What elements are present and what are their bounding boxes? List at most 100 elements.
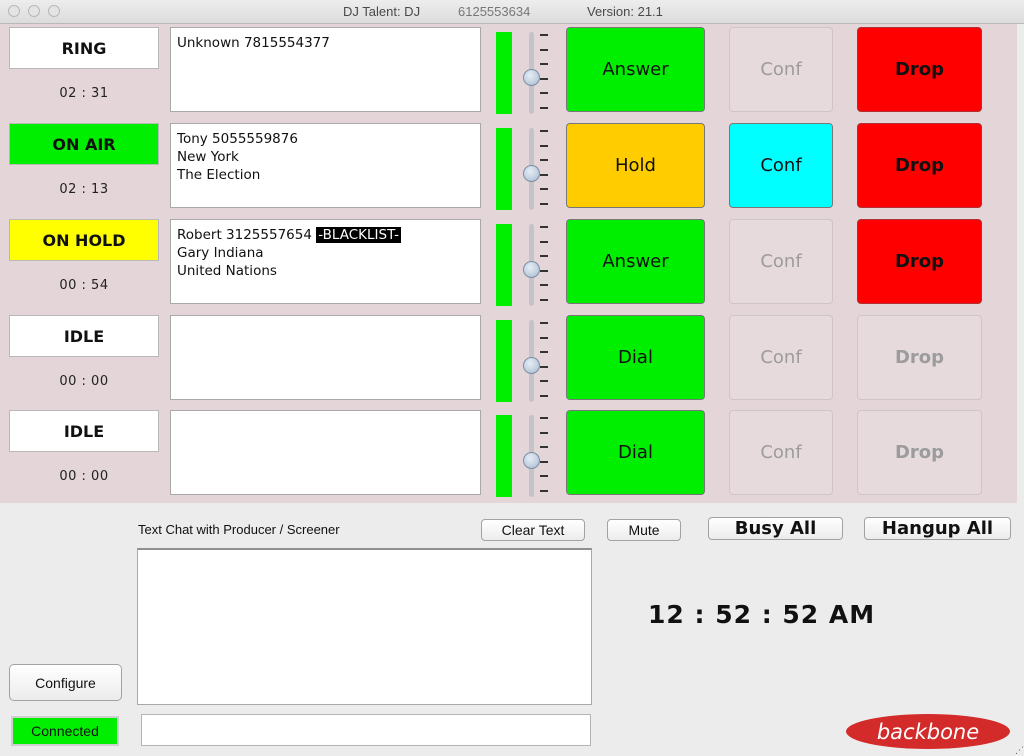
drop-button[interactable]: Drop [857, 27, 982, 112]
conf-button[interactable]: Conf [729, 123, 833, 208]
caller-info[interactable]: Unknown 7815554377 [170, 27, 481, 112]
hangup-all-button[interactable]: Hangup All [864, 517, 1011, 540]
volume-tick [540, 475, 548, 477]
volume-tick [540, 202, 548, 205]
volume-tick [540, 269, 548, 272]
backbone-logo: backbone [846, 714, 1010, 749]
caller-info-line: The Election [177, 166, 474, 184]
answer-button[interactable]: Answer [566, 219, 705, 304]
conf-button[interactable]: Conf [729, 410, 833, 495]
busy-all-button[interactable]: Busy All [708, 517, 843, 540]
caller-info-line: Robert 3125557654 -BLACKLIST- [177, 226, 474, 244]
caller-info[interactable]: Tony 5055559876 New York The Election [170, 123, 481, 208]
chat-input[interactable] [141, 714, 591, 746]
phone-lines-panel: RING 02 : 31 Unknown 7815554377 Answer Conf D… [0, 24, 1017, 503]
volume-tick [540, 130, 548, 132]
configure-button[interactable]: Configure [9, 664, 122, 701]
caller-info-line: New York [177, 148, 474, 166]
caller-info-line: Tony 5055559876 [177, 130, 474, 148]
volume-tick [540, 351, 548, 353]
caller-info[interactable] [170, 410, 481, 495]
volume-ticks [540, 226, 549, 306]
volume-ticks [540, 417, 549, 497]
caller-info-text: Robert 3125557654 [177, 227, 312, 243]
caller-info-text: New York [177, 149, 239, 165]
dial-button[interactable]: Dial [566, 315, 705, 400]
conf-button[interactable]: Conf [729, 315, 833, 400]
volume-tick [540, 77, 548, 80]
volume-tick [540, 48, 548, 51]
volume-tick [540, 365, 548, 368]
caller-info-line: Gary Indiana [177, 244, 474, 262]
volume-tick [540, 336, 548, 339]
zoom-window-button[interactable] [48, 5, 60, 17]
volume-tick [540, 144, 548, 147]
line-status: ON HOLD [9, 219, 159, 261]
volume-tick [540, 255, 548, 257]
line-status: RING [9, 27, 159, 69]
volume-tick [540, 322, 548, 324]
drop-button[interactable]: Drop [857, 123, 982, 208]
volume-tick [540, 417, 548, 419]
volume-ticks [540, 322, 549, 402]
volume-slider-thumb[interactable] [523, 451, 540, 469]
caller-info[interactable]: Robert 3125557654 -BLACKLIST- Gary Indian… [170, 219, 481, 304]
blacklist-badge: -BLACKLIST- [316, 227, 401, 243]
version-label: Version: 21.1 [587, 4, 663, 19]
conf-button[interactable]: Conf [729, 27, 833, 112]
caller-info[interactable] [170, 315, 481, 400]
drop-button[interactable]: Drop [857, 219, 982, 304]
caller-info-text: Gary Indiana [177, 245, 264, 261]
volume-tick [540, 63, 548, 65]
line-timer: 02 : 13 [59, 182, 109, 197]
conf-button[interactable]: Conf [729, 219, 833, 304]
volume-tick [540, 92, 548, 94]
chat-history[interactable] [137, 548, 592, 705]
volume-tick [540, 240, 548, 243]
caller-info-text: United Nations [177, 263, 277, 279]
chat-label: Text Chat with Producer / Screener [138, 522, 340, 537]
audio-level-meter [496, 32, 512, 114]
audio-level-meter [496, 415, 512, 497]
audio-level-meter [496, 224, 512, 306]
drop-button[interactable]: Drop [857, 410, 982, 495]
line-status: ON AIR [9, 123, 159, 165]
line-row: IDLE 00 : 00 Dial Conf Drop [0, 407, 1017, 503]
volume-ticks [540, 130, 549, 210]
line-timer: 00 : 00 [59, 374, 109, 389]
dial-button[interactable]: Dial [566, 410, 705, 495]
volume-slider-thumb[interactable] [523, 164, 540, 182]
minimize-window-button[interactable] [28, 5, 40, 17]
connection-status: Connected [11, 716, 119, 746]
drop-button[interactable]: Drop [857, 315, 982, 400]
audio-level-meter [496, 128, 512, 210]
answer-button[interactable]: Answer [566, 27, 705, 112]
line-status: IDLE [9, 410, 159, 452]
window-title: DJ Talent: DJ [343, 4, 421, 19]
volume-slider-thumb[interactable] [523, 68, 540, 86]
clear-text-button[interactable]: Clear Text [481, 519, 585, 541]
volume-tick [540, 173, 548, 176]
caller-info-line: United Nations [177, 262, 474, 280]
hold-button[interactable]: Hold [566, 123, 705, 208]
close-window-button[interactable] [8, 5, 20, 17]
volume-tick [540, 284, 548, 286]
volume-slider-thumb[interactable] [523, 356, 540, 374]
line-row: IDLE 00 : 00 Dial Conf Drop [0, 312, 1017, 408]
line-timer: 02 : 31 [59, 86, 109, 101]
mute-button[interactable]: Mute [607, 519, 681, 541]
volume-tick [540, 380, 548, 382]
resize-grip-icon[interactable]: ⋰ [1015, 746, 1024, 756]
clock: 12 : 52 : 52 AM [648, 600, 876, 629]
caller-info-line: Unknown 7815554377 [177, 34, 474, 52]
volume-tick [540, 446, 548, 448]
volume-slider-thumb[interactable] [523, 260, 540, 278]
studio-phone-number: 6125553634 [458, 4, 531, 19]
line-timer: 00 : 00 [59, 469, 109, 484]
volume-tick [540, 159, 548, 161]
line-status: IDLE [9, 315, 159, 357]
volume-tick [540, 298, 548, 301]
caller-info-text: The Election [177, 167, 261, 183]
volume-tick [540, 188, 548, 190]
line-row: ON HOLD 00 : 54 Robert 3125557654 -BLACKLI… [0, 216, 1017, 312]
